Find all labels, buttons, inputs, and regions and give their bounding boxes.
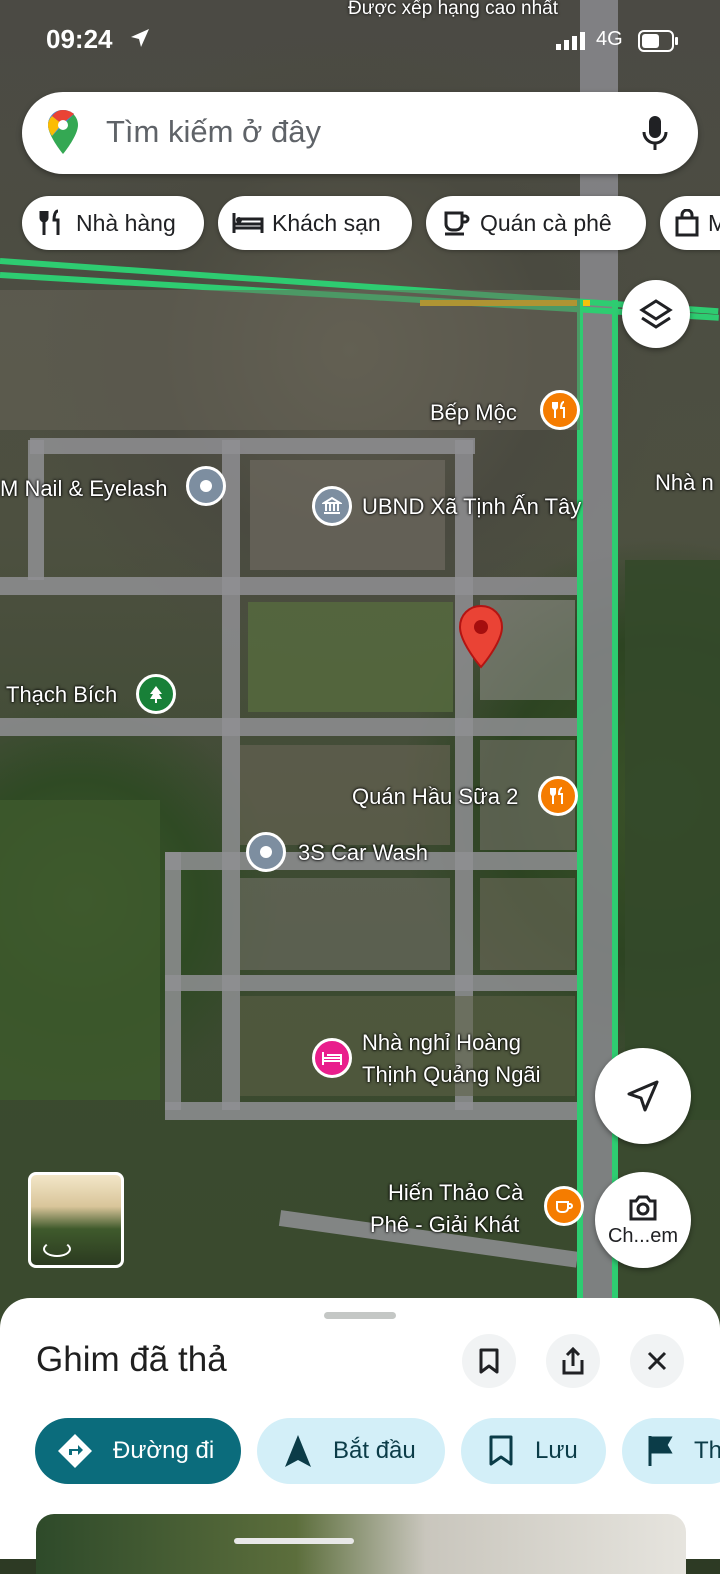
camera-search-icon	[629, 1195, 657, 1220]
start-button[interactable]: Bắt đầu	[257, 1418, 445, 1484]
place-label[interactable]: Quán Hầu Sữa 2	[352, 784, 518, 810]
traffic-line	[577, 300, 583, 1330]
close-icon	[647, 1351, 667, 1371]
place-label[interactable]: 3S Car Wash	[298, 840, 428, 866]
generic-place-icon[interactable]	[186, 466, 226, 506]
status-time: 09:24	[46, 24, 113, 54]
place-label[interactable]: Thạch Bích	[6, 682, 117, 708]
place-label[interactable]: Hiến Thảo Cà	[388, 1180, 523, 1206]
battery-icon	[638, 30, 680, 57]
chip-label: Mua sắm	[708, 209, 720, 236]
label-button[interactable]: Th	[622, 1418, 720, 1484]
navigate-arrow-icon	[285, 1435, 311, 1467]
save-label: Lưu	[535, 1437, 578, 1464]
photo-handle	[234, 1538, 354, 1544]
my-location-button[interactable]	[595, 1048, 691, 1144]
place-label[interactable]: M Nail & Eyelash	[0, 476, 168, 502]
save-button[interactable]: Lưu	[461, 1418, 606, 1484]
generic-place-icon[interactable]	[246, 832, 286, 872]
chip-label: Nhà hàng	[76, 209, 176, 236]
chip-restaurants[interactable]: Nhà hàng	[22, 196, 204, 250]
restaurant-icon[interactable]	[538, 776, 578, 816]
cafe-icon[interactable]	[544, 1186, 584, 1226]
lens-button[interactable]: Ch...em	[595, 1172, 691, 1268]
chip-shopping[interactable]: Mua sắm	[660, 196, 720, 250]
navigation-arrow-icon	[627, 1080, 659, 1112]
share-icon	[562, 1346, 584, 1375]
place-label[interactable]: Nhà n	[655, 470, 714, 496]
building-block	[240, 878, 450, 970]
top-banner: Được xếp hạng cao nhất	[348, 0, 559, 19]
street-view-thumbnail[interactable]	[28, 1172, 124, 1268]
chip-cafes[interactable]: Quán cà phê	[426, 196, 646, 250]
chip-label: Khách sạn	[272, 209, 381, 236]
fork-knife-icon	[36, 207, 68, 239]
hotel-icon[interactable]	[312, 1038, 352, 1078]
government-icon[interactable]	[312, 486, 352, 526]
lens-label: Ch...em	[607, 1224, 679, 1247]
place-label[interactable]: Bếp Mộc	[430, 400, 517, 426]
park-block	[248, 602, 453, 712]
close-button[interactable]	[630, 1334, 684, 1388]
network-type: 4G	[596, 28, 623, 50]
shopping-bag-icon	[674, 207, 700, 239]
search-input[interactable]: Tìm kiếm ở đây	[106, 114, 321, 150]
road	[165, 852, 181, 1110]
flag-icon	[648, 1436, 673, 1466]
road	[0, 577, 580, 595]
road	[222, 440, 240, 1110]
traffic-line	[612, 300, 618, 1330]
label-label: Th	[694, 1437, 720, 1464]
chip-label: Quán cà phê	[480, 209, 612, 236]
directions-label: Đường đi	[113, 1437, 215, 1464]
field	[0, 800, 160, 1100]
directions-icon	[58, 1434, 92, 1468]
road	[30, 438, 475, 454]
share-button[interactable]	[546, 1334, 600, 1388]
google-maps-logo	[46, 108, 80, 161]
directions-button[interactable]: Đường đi	[35, 1418, 241, 1484]
save-icon-button[interactable]	[462, 1334, 516, 1388]
place-label[interactable]: Thịnh Quảng Ngãi	[362, 1062, 541, 1088]
chip-hotels[interactable]: Khách sạn	[218, 196, 412, 250]
signal-icon	[556, 30, 588, 55]
road	[28, 440, 44, 580]
rotate-360-icon	[43, 1241, 71, 1257]
layers-icon	[639, 299, 673, 329]
microphone-icon[interactable]	[640, 114, 670, 157]
search-bar[interactable]: Tìm kiếm ở đây	[22, 92, 698, 174]
status-bar: Được xếp hạng cao nhất 09:24 4G	[0, 0, 720, 62]
building-block	[480, 878, 575, 970]
bookmark-icon	[489, 1435, 513, 1466]
coffee-cup-icon	[440, 207, 472, 239]
road	[0, 718, 580, 736]
place-label[interactable]: Phê - Giải Khát	[370, 1212, 519, 1238]
bottom-sheet[interactable]: Ghim đã thả Đường đi Bắt đầu Lưu Th	[0, 1298, 720, 1574]
start-label: Bắt đầu	[333, 1437, 416, 1464]
drag-handle[interactable]	[324, 1312, 396, 1319]
place-photo[interactable]	[36, 1514, 686, 1574]
restaurant-icon[interactable]	[540, 390, 580, 430]
tree-icon[interactable]	[136, 674, 176, 714]
place-label[interactable]: Nhà nghỉ Hoàng	[362, 1030, 521, 1056]
location-arrow-icon	[128, 26, 152, 55]
layers-button[interactable]	[622, 280, 690, 348]
bookmark-icon	[479, 1348, 499, 1374]
sheet-title: Ghim đã thả	[36, 1340, 227, 1379]
place-label[interactable]: UBND Xã Tịnh Ấn Tây	[362, 494, 581, 520]
field	[625, 560, 720, 1120]
bed-icon	[232, 207, 264, 239]
dropped-pin-icon[interactable]	[458, 604, 504, 670]
